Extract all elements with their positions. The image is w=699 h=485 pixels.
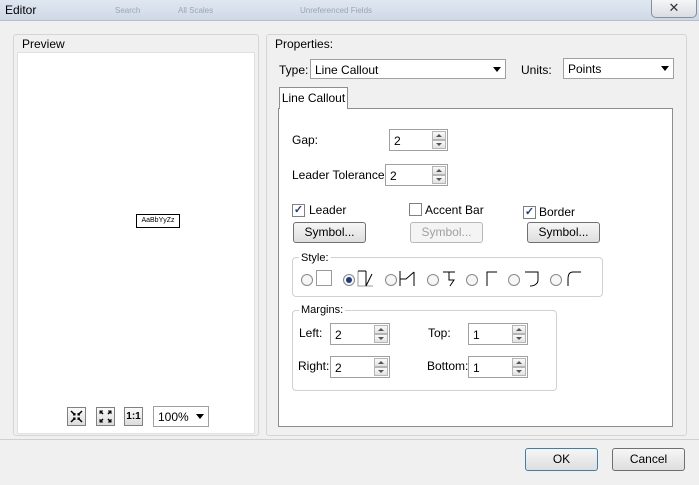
style-radio-7[interactable] [550, 274, 562, 286]
close-icon: ✕ [668, 0, 680, 15]
preview-canvas: AaBbYyZz 1:1 100% [17, 52, 255, 434]
style-radio-6[interactable] [508, 274, 520, 286]
spin-down-icon[interactable] [432, 175, 446, 184]
spin-down-icon[interactable] [512, 334, 526, 343]
divider [0, 439, 699, 440]
style-leader-underline-icon [486, 271, 497, 286]
accent-bar-checkbox[interactable] [409, 203, 422, 216]
spin-up-icon[interactable] [432, 131, 446, 140]
margin-top-spinner[interactable]: 1 [468, 323, 528, 345]
accent-bar-symbol-button[interactable]: Symbol... [410, 222, 483, 243]
leader-label: Leader [309, 203, 347, 217]
border-checkbox[interactable]: ✓ [523, 206, 536, 219]
margin-bottom-spinner[interactable]: 1 [468, 356, 528, 378]
spin-down-icon[interactable] [374, 334, 388, 343]
chevron-down-icon [493, 67, 501, 72]
spin-down-icon[interactable] [512, 367, 526, 376]
style-radio-4[interactable] [427, 274, 439, 286]
margin-top-label: Top: [428, 326, 451, 340]
checkmark-icon: ✓ [293, 204, 304, 216]
gap-label: Gap: [292, 133, 319, 147]
style-leader-step-icon [443, 271, 455, 287]
style-box-icon [316, 270, 332, 286]
window-title: Editor [5, 3, 37, 17]
ok-button[interactable]: OK [525, 448, 598, 471]
zoom-in-icon[interactable] [67, 407, 86, 426]
style-radio-2[interactable] [343, 274, 355, 286]
cancel-button[interactable]: Cancel [612, 448, 685, 471]
margin-right-label: Right: [298, 359, 330, 373]
accent-bar-label: Accent Bar [425, 203, 484, 217]
tab-line-callout[interactable]: Line Callout [279, 87, 348, 109]
style-leader-elbow-icon [399, 271, 415, 286]
type-label: Type: [279, 63, 309, 77]
margin-left-spinner[interactable]: 2 [330, 323, 390, 345]
style-radio-3[interactable] [385, 274, 397, 286]
style-leader-hook-icon [567, 271, 581, 286]
units-label: Units: [521, 63, 552, 77]
spin-up-icon[interactable] [512, 325, 526, 334]
style-radio-1[interactable] [301, 274, 313, 286]
border-label: Border [539, 205, 576, 219]
spin-up-icon[interactable] [512, 358, 526, 367]
chevron-down-icon [196, 414, 204, 419]
margin-left-label: Left: [299, 326, 323, 340]
style-leader-diagonal-icon [357, 270, 373, 287]
spin-down-icon[interactable] [374, 367, 388, 376]
chevron-down-icon [661, 66, 669, 71]
style-label: Style: [299, 252, 331, 264]
style-leader-curve-icon [525, 271, 539, 287]
background-text: All Scales [178, 6, 214, 15]
spin-up-icon[interactable] [374, 358, 388, 367]
close-button[interactable]: ✕ [651, 0, 697, 18]
checkmark-icon: ✓ [524, 206, 535, 218]
leader-tolerance-label: Leader Tolerance: [292, 168, 388, 182]
gap-spinner[interactable]: 2 [389, 129, 448, 151]
background-text: Search [115, 6, 141, 15]
units-select[interactable]: Points [563, 58, 674, 79]
leader-checkbox[interactable]: ✓ [292, 204, 305, 217]
zoom-select[interactable]: 100% [153, 406, 209, 427]
zoom-out-icon[interactable] [96, 407, 115, 426]
margin-bottom-label: Bottom: [427, 359, 469, 373]
properties-label: Properties: [275, 37, 334, 51]
title-bar: Editor Search All Scales Unreferenced Fi… [0, 0, 699, 21]
spin-up-icon[interactable] [432, 166, 446, 175]
margins-label: Margins: [299, 304, 346, 316]
preview-label: Preview [22, 37, 65, 51]
actual-size-button[interactable]: 1:1 [124, 407, 143, 426]
style-radio-5[interactable] [466, 274, 478, 286]
border-symbol-button[interactable]: Symbol... [527, 222, 600, 243]
callout-sample: AaBbYyZz [136, 214, 180, 228]
spin-up-icon[interactable] [374, 325, 388, 334]
background-text: Unreferenced Fields [300, 6, 373, 15]
leader-symbol-button[interactable]: Symbol... [293, 222, 366, 243]
spin-down-icon[interactable] [432, 140, 446, 149]
type-select[interactable]: Line Callout [310, 59, 506, 79]
leader-tolerance-spinner[interactable]: 2 [385, 164, 448, 186]
margin-right-spinner[interactable]: 2 [330, 356, 390, 378]
